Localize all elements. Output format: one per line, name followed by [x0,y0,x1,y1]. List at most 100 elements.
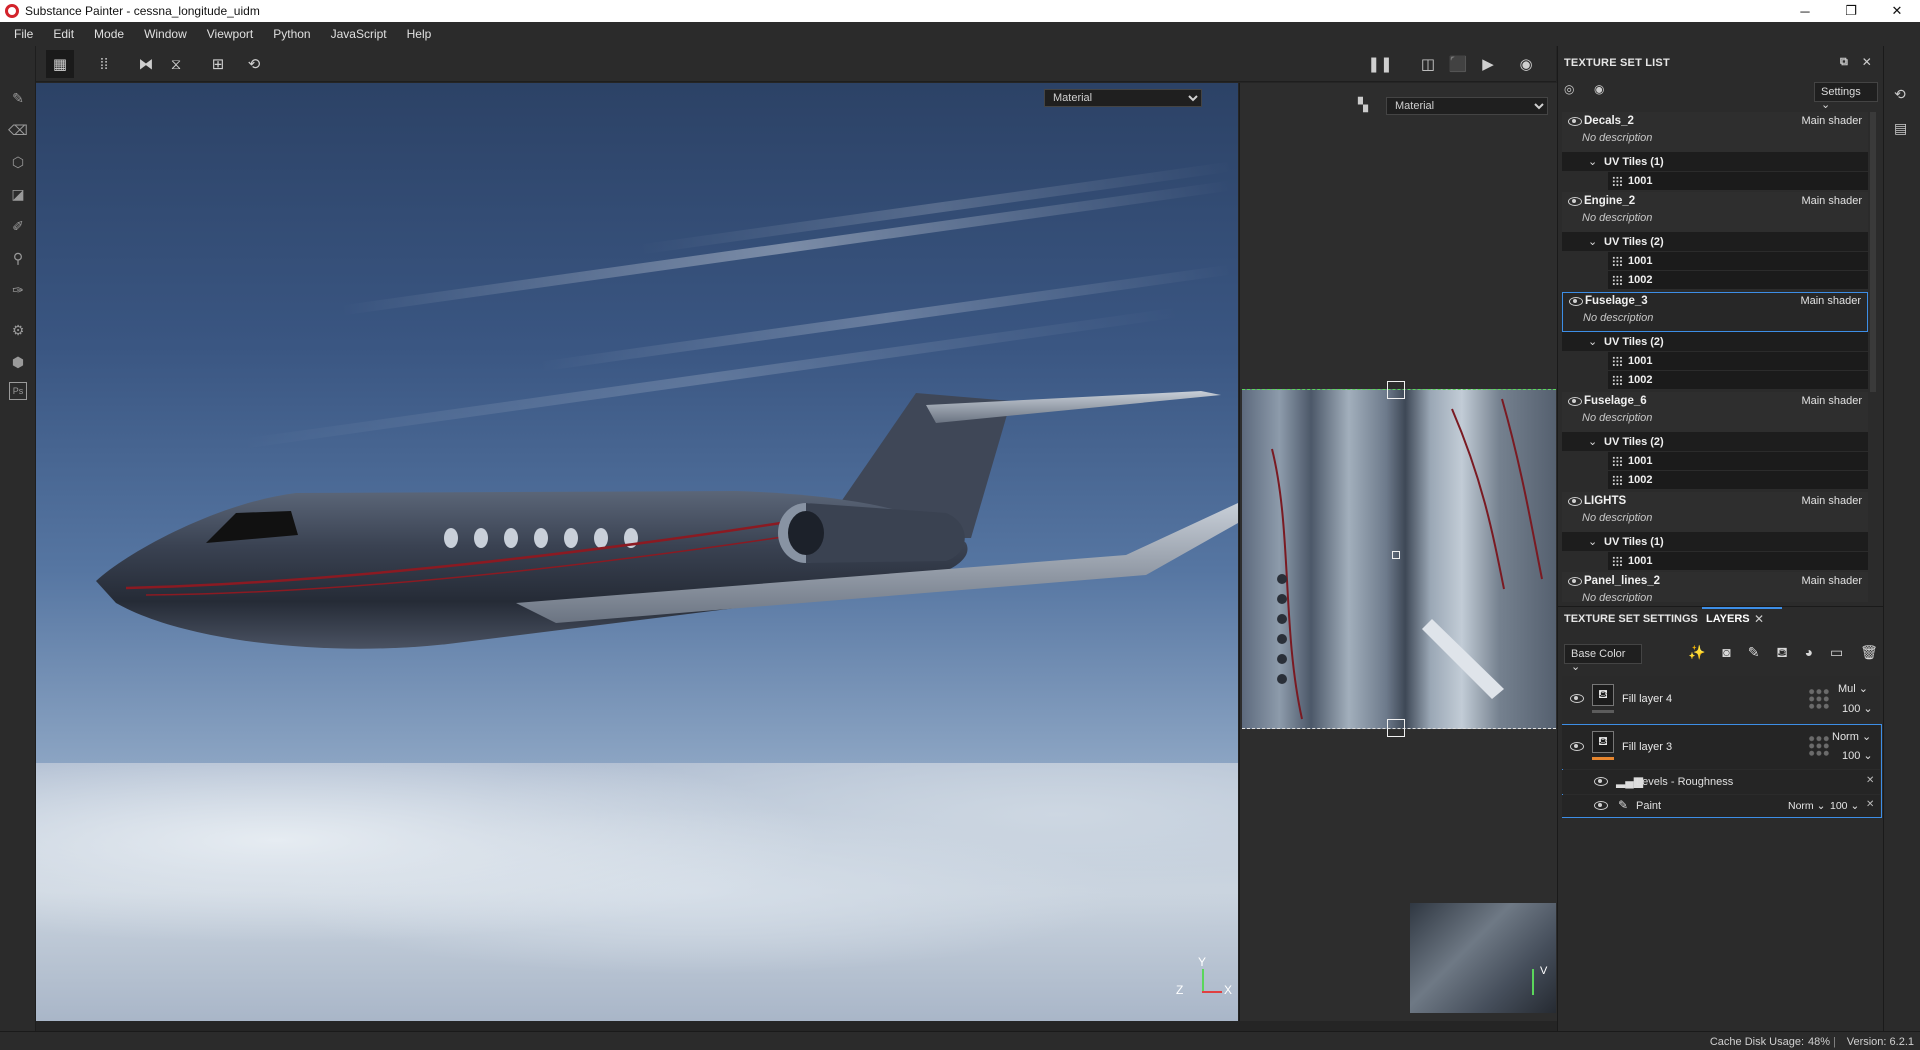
viewport-2d-channel-select[interactable]: Material [1386,97,1548,115]
visibility-eye-icon[interactable] [1568,397,1582,406]
add-paint-layer-icon[interactable]: ✎ [1748,644,1760,664]
pause-icon[interactable]: ❚❚ [1366,50,1394,78]
add-mask-color-icon[interactable]: ◕ [1805,644,1813,664]
bake-settings-icon[interactable]: ⚙ [6,318,30,342]
uv-tiles-row[interactable]: ⌄ UV Tiles (1) [1562,532,1868,552]
layer-visibility-eye-icon[interactable] [1570,694,1584,703]
effect-name[interactable]: Paint [1636,800,1661,812]
menu-edit[interactable]: Edit [43,27,84,41]
color-picker-icon[interactable]: ✑ [6,278,30,302]
history-icon[interactable]: ⟲ [1894,86,1906,103]
layer-opacity[interactable]: 100 ⌄ [1842,749,1873,762]
mirror-x-icon[interactable]: ⧓ [132,50,160,78]
uv-tile-item[interactable]: 1002 [1608,271,1868,290]
effect-paint[interactable]: ✎ Paint Norm ⌄ 100 ⌄ ✕ [1562,795,1880,817]
uv-tiles-row[interactable]: ⌄ UV Tiles (2) [1562,432,1868,452]
hide-all-icon[interactable]: ◎ [1564,82,1582,96]
effect-name[interactable]: Levels - Roughness [1636,776,1733,788]
add-folder-icon[interactable]: ▭ [1830,644,1843,664]
texture-set-fuselage-3[interactable]: Fuselage_3 Main shader No description [1562,292,1868,332]
eraser-icon[interactable]: ⌫ [6,118,30,142]
uv-tile-item[interactable]: 1001 [1608,252,1868,271]
tab-texture-set-settings[interactable]: TEXTURE SET SETTINGS [1564,613,1698,625]
uv-tiles-row[interactable]: ⌄ UV Tiles (2) [1562,232,1868,252]
chevron-down-icon[interactable]: ⌄ [1588,235,1597,248]
remove-effect-icon[interactable]: ✕ [1866,775,1874,786]
viewport-2d[interactable]: ▚ Material V [1239,83,1557,1021]
texture-set-settings-dropdown[interactable]: Settings ⌄ [1814,82,1878,111]
layer-opacity[interactable]: 100 ⌄ [1842,702,1873,715]
viewport-3d-channel-select[interactable]: Material [1044,89,1202,107]
texture-set-fuselage-6[interactable]: Fuselage_6 Main shader No description [1562,392,1868,432]
paint-brush-icon[interactable]: ✎ [6,86,30,110]
menu-python[interactable]: Python [263,27,320,41]
maximize-button[interactable]: ❐ [1828,0,1874,22]
layer-fill-4[interactable]: ⛾ Fill layer 4 Mul ⌄ 100 ⌄ [1562,676,1880,722]
show-all-icon[interactable]: ◉ [1594,82,1612,96]
symmetry-grid-icon[interactable]: ▦ [46,50,74,78]
cube-view-icon[interactable]: ⬛ [1444,50,1472,78]
chevron-down-icon[interactable]: ⌄ [1588,535,1597,548]
uv-handle-bottom[interactable] [1387,719,1405,737]
split-view-icon[interactable]: ◫ [1414,50,1442,78]
visibility-eye-icon[interactable] [1568,117,1582,126]
visibility-eye-icon[interactable] [1568,577,1582,586]
photoshop-export-icon[interactable]: Ps [9,382,27,400]
layer-blend-mode[interactable]: Norm ⌄ [1832,730,1871,743]
viewport-3d[interactable]: Material Y X Z [36,83,1238,1021]
texture-set-decals-2[interactable]: Decals_2 Main shader No description [1562,112,1868,152]
texture-set-engine-2[interactable]: Engine_2 Main shader No description [1562,192,1868,232]
add-mask-icon[interactable]: ◙ [1722,644,1730,664]
texture-set-lights[interactable]: LIGHTS Main shader No description [1562,492,1868,532]
menu-file[interactable]: File [4,27,43,41]
layer-fill-3[interactable]: ⛾ Fill layer 3 Norm ⌄ 100 ⌄ [1562,725,1880,769]
uv-tile-item[interactable]: 1001 [1608,172,1868,191]
log-icon[interactable]: ▤ [1894,120,1907,137]
effect-levels-roughness[interactable]: ▂▄▆ Levels - Roughness ✕ [1562,770,1880,794]
uv-tile-item[interactable]: 1001 [1608,352,1868,371]
tab-layers[interactable]: LAYERS [1706,613,1750,625]
visibility-eye-icon[interactable] [1569,297,1583,306]
visibility-eye-icon[interactable] [1568,197,1582,206]
visibility-eye-icon[interactable] [1568,497,1582,506]
screenshot-camera-icon[interactable]: ◉ [1512,50,1540,78]
clone-stamp-icon[interactable]: ⚲ [6,246,30,270]
uv-tiles-row[interactable]: ⌄ UV Tiles (1) [1562,152,1868,172]
effect-visibility-eye-icon[interactable] [1594,801,1608,810]
uv-handle-top[interactable] [1387,381,1405,399]
minimize-button[interactable]: ─ [1782,0,1828,22]
texture-set-panel-lines-2[interactable]: Panel_lines_2 Main shader No description [1562,572,1868,602]
effect-visibility-eye-icon[interactable] [1594,777,1608,786]
uv-tile-item[interactable]: 1001 [1608,452,1868,471]
chevron-down-icon[interactable]: ⌄ [1588,155,1597,168]
mirror-y-icon[interactable]: ⧖ [162,50,190,78]
chevron-down-icon[interactable]: ⌄ [1588,335,1597,348]
layer-name[interactable]: Fill layer 4 [1622,693,1672,705]
channel-grid-icon[interactable]: ▚ [1358,97,1374,113]
float-panel-icon[interactable]: ⧉ [1840,56,1848,69]
close-panel-icon[interactable]: ✕ [1862,55,1872,69]
add-fill-layer-icon[interactable]: ⛾ [1776,644,1787,664]
uv-tile-item[interactable]: 1002 [1608,371,1868,390]
texture-set-scrollbar[interactable] [1870,112,1876,392]
chevron-down-icon[interactable]: ⌄ [1588,435,1597,448]
add-effect-icon[interactable]: ✨ [1688,644,1705,664]
effect-opacity[interactable]: 100 ⌄ [1830,800,1859,812]
tile-grid-icon[interactable]: ⁞⁞ [90,50,118,78]
close-button[interactable]: ✕ [1874,0,1920,22]
add-frame-icon[interactable]: ⊞ [204,50,232,78]
uv-tile-item[interactable]: 1002 [1608,471,1868,490]
layer-name[interactable]: Fill layer 3 [1622,741,1672,753]
uv-tiles-row[interactable]: ⌄ UV Tiles (2) [1562,332,1868,352]
uv-handle-center[interactable] [1392,551,1400,559]
menu-javascript[interactable]: JavaScript [321,27,397,41]
geometry-mask-icon[interactable]: ◪ [6,182,30,206]
camera-video-icon[interactable]: ▶ [1474,50,1502,78]
channel-dropdown[interactable]: Base Color ⌄ [1564,644,1642,673]
layer-blend-mode[interactable]: Mul ⌄ [1838,682,1868,695]
menu-help[interactable]: Help [397,27,442,41]
layer-visibility-eye-icon[interactable] [1570,742,1584,751]
menu-mode[interactable]: Mode [84,27,134,41]
projection-icon[interactable]: ⬡ [6,150,30,174]
uv-tile-item[interactable]: 1001 [1608,552,1868,571]
